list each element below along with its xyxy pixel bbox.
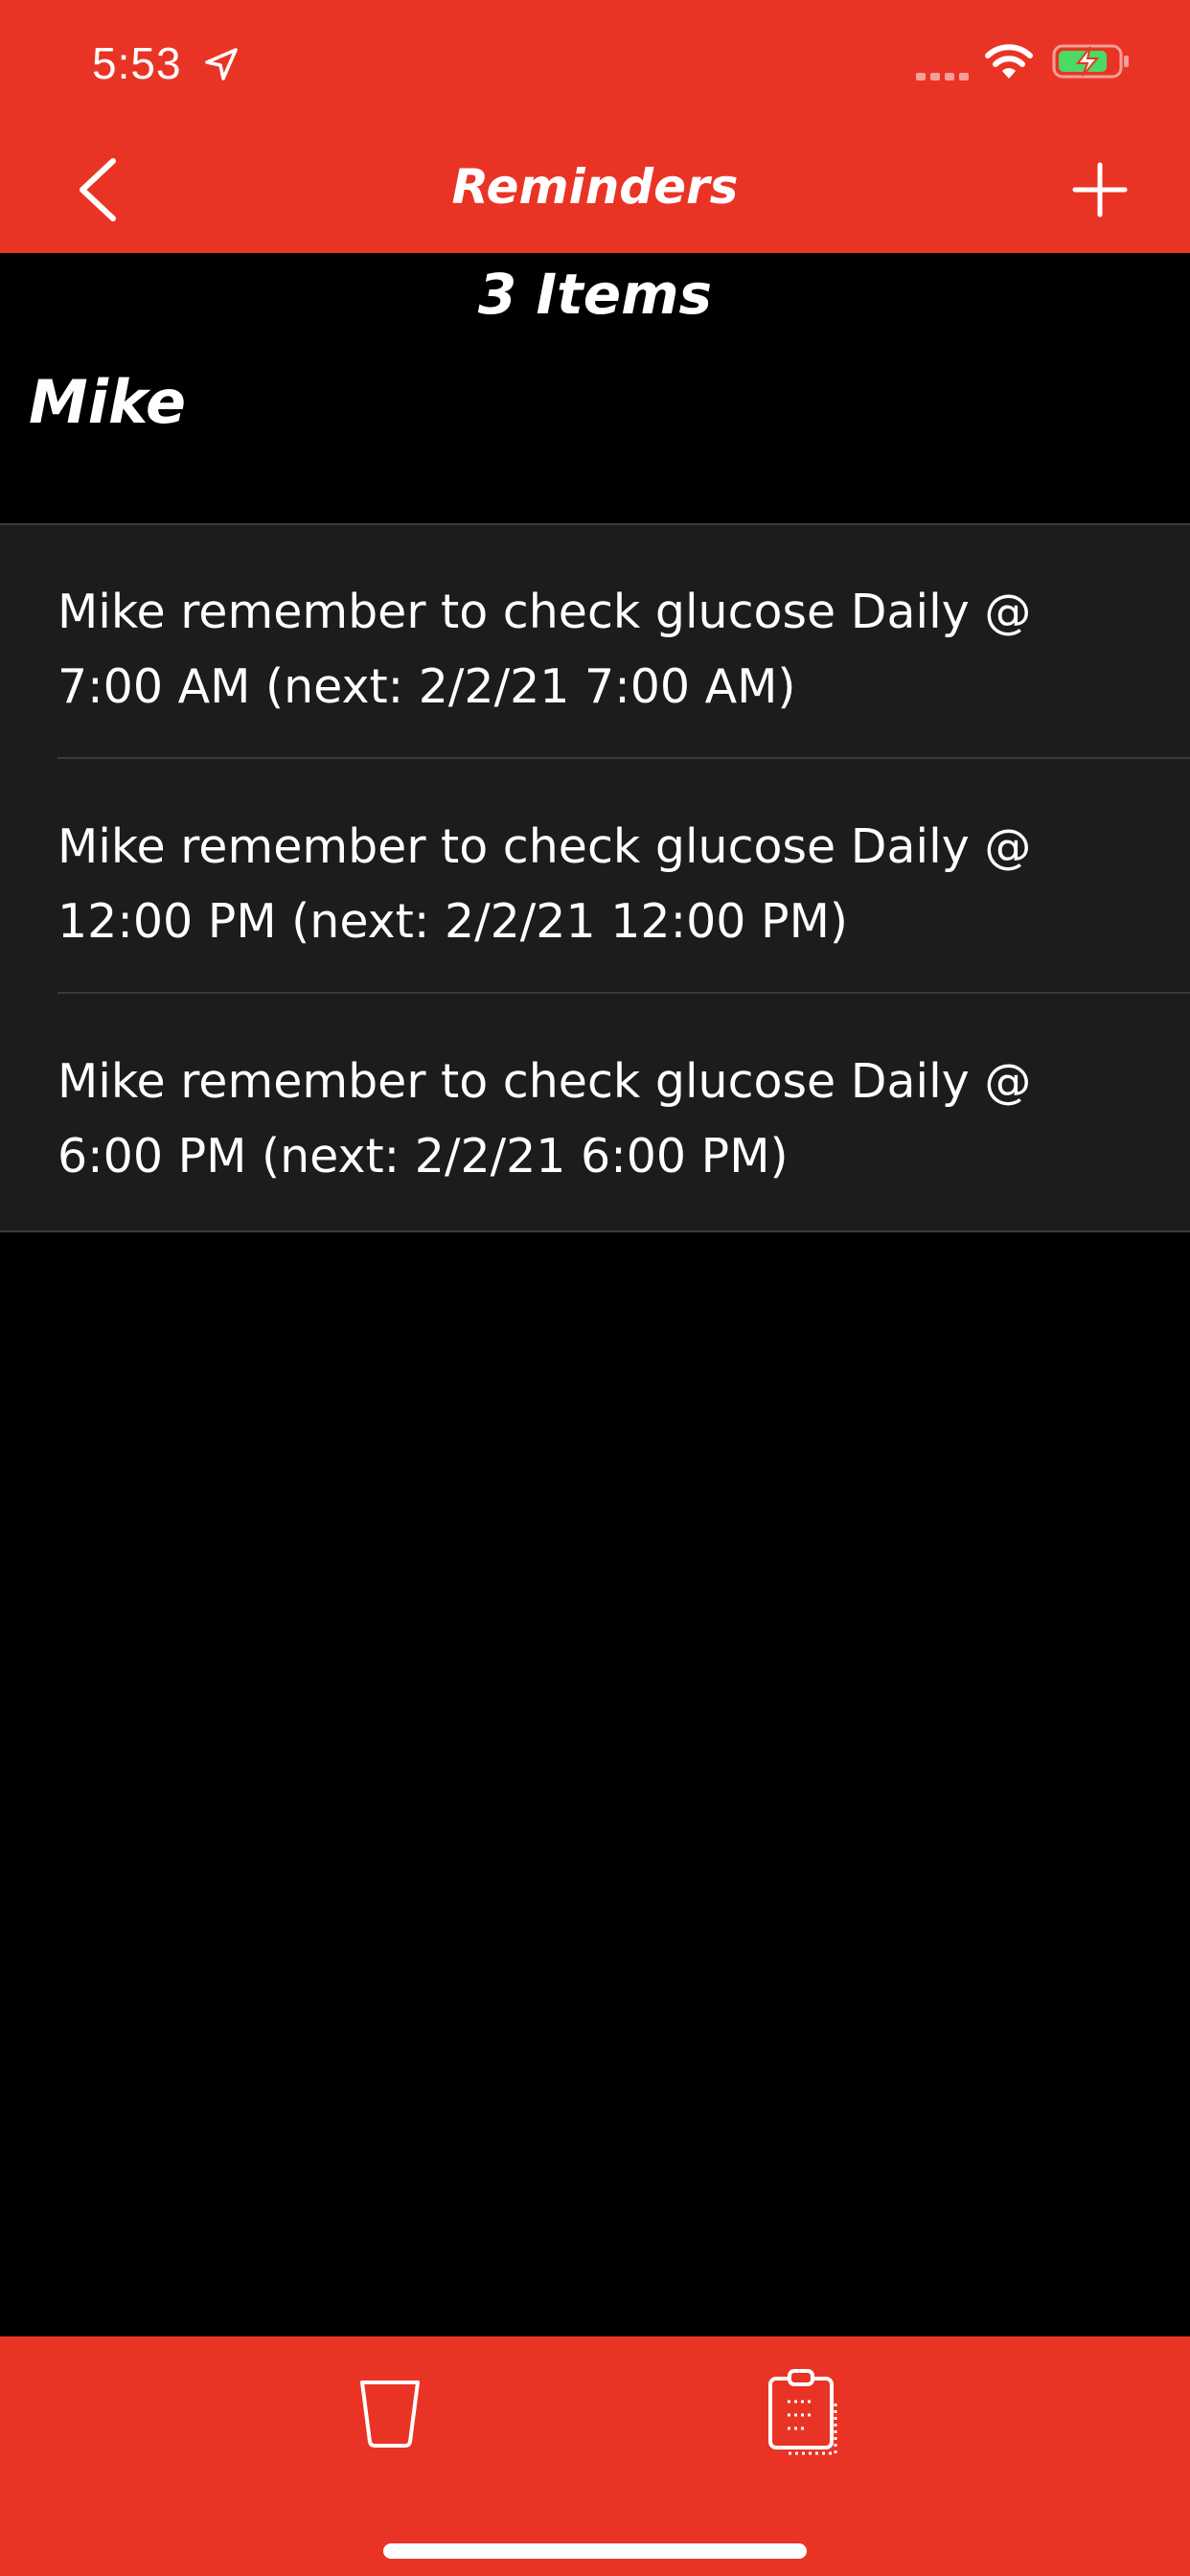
reminder-line: 12:00 PM (next: 2/2/21 12:00 PM) [57,894,848,949]
item-count: 3 Items [477,262,713,327]
location-arrow-icon [205,48,238,80]
reminder-line: 7:00 AM (next: 2/2/21 7:00 AM) [57,659,796,714]
clipboard-icon[interactable] [767,2365,843,2457]
reminder-text: Mike remember to check glucose Daily @ 7… [57,575,1111,724]
section-header: Mike [29,367,187,437]
page-title: Reminders [451,159,739,215]
reminder-line: Mike remember to check glucose Daily @ [57,1054,1032,1109]
wifi-icon [985,44,1033,79]
reminder-row[interactable]: Mike remember to check glucose Daily @ 6… [57,995,1190,1229]
reminder-row[interactable]: Mike remember to check glucose Daily @ 7… [57,525,1190,759]
reminder-text: Mike remember to check glucose Daily @ 6… [57,1045,1111,1194]
trash-icon[interactable] [358,2375,422,2450]
home-indicator [383,2543,807,2559]
bottom-toolbar [0,2336,1190,2576]
reminder-line: Mike remember to check glucose Daily @ [57,819,1032,874]
add-button[interactable] [1071,161,1129,218]
status-time: 5:53 [92,38,182,88]
reminder-text: Mike remember to check glucose Daily @ 1… [57,810,1111,959]
reminder-list: Mike remember to check glucose Daily @ 7… [0,523,1190,1232]
reminder-row[interactable]: Mike remember to check glucose Daily @ 1… [57,760,1190,994]
reminder-line: Mike remember to check glucose Daily @ [57,585,1032,639]
battery-charging-icon [1052,44,1129,79]
cellular-signal-icon [916,73,969,80]
reminder-line: 6:00 PM (next: 2/2/21 6:00 PM) [57,1129,789,1184]
header: 5:53 Reminders [0,0,1190,253]
